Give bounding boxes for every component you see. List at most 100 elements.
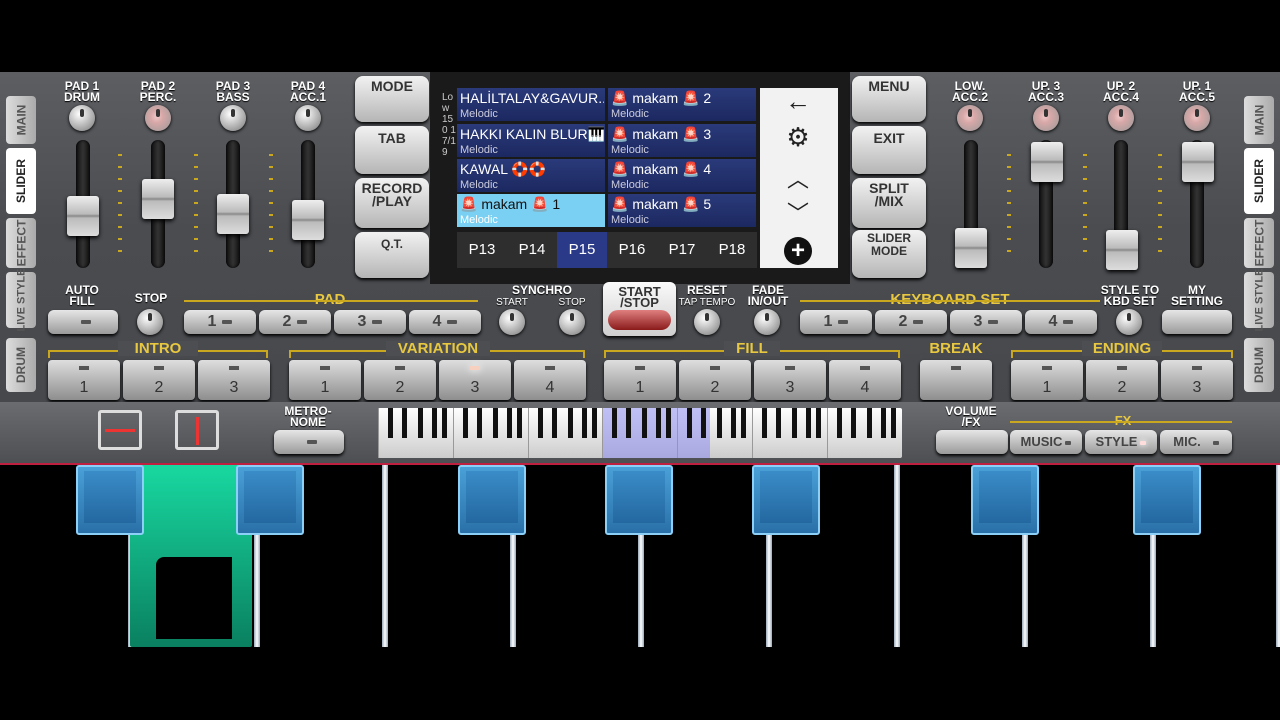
tab-drum-left[interactable]: DRUM [6, 338, 36, 392]
page-tab-p18[interactable]: P18 [707, 232, 757, 268]
black-key[interactable] [458, 465, 526, 535]
pad-button-3[interactable]: 3 [334, 310, 406, 334]
ending-button-2[interactable]: 2 [1086, 360, 1158, 400]
up2-acc4-fader[interactable] [1106, 230, 1138, 270]
style-cell-3[interactable]: HAKKI KALIN BLUR🎹.. Melodic [457, 124, 605, 157]
pad-button-4[interactable]: 4 [409, 310, 481, 334]
pad3-knob[interactable] [220, 105, 246, 131]
mode-button[interactable]: MODE [355, 76, 429, 122]
kbd-set-button-2[interactable]: 2 [875, 310, 947, 334]
menu-button[interactable]: MENU [852, 76, 926, 122]
tab-effect-left[interactable]: EFFECT [6, 218, 36, 268]
low-acc2-fader[interactable] [955, 228, 987, 268]
up2-acc4-knob[interactable] [1108, 105, 1134, 131]
black-key[interactable] [605, 465, 673, 535]
my-setting-button[interactable] [1162, 310, 1232, 334]
pad1-knob[interactable] [69, 105, 95, 131]
keyboard-height-icon[interactable] [175, 410, 219, 450]
kbd-set-button-4[interactable]: 4 [1025, 310, 1097, 334]
break-button[interactable] [920, 360, 992, 400]
style-cell-5[interactable]: KAWAL 🛟🛟 Melodic [457, 159, 605, 192]
split-mix-button[interactable]: SPLIT /MIX [852, 178, 926, 228]
tab-effect-right[interactable]: EFFECT [1244, 218, 1274, 268]
black-key[interactable] [1133, 465, 1201, 535]
pad4-knob[interactable] [295, 105, 321, 131]
variation-button-2[interactable]: 2 [364, 360, 436, 400]
kbd-set-button-3[interactable]: 3 [950, 310, 1022, 334]
page-tab-p14[interactable]: P14 [507, 232, 557, 268]
variation-button-3-active[interactable]: 3 [439, 360, 511, 400]
fx-style-button[interactable]: STYLE [1085, 430, 1157, 454]
gear-icon[interactable]: ⚙ [778, 122, 818, 153]
intro-button-1[interactable]: 1 [48, 360, 120, 400]
tab-button[interactable]: TAB [355, 126, 429, 174]
qt-button[interactable]: Q.T. [355, 232, 429, 278]
tab-slider-left[interactable]: SLIDER [6, 148, 36, 214]
volume-fx-button[interactable] [936, 430, 1008, 454]
pad4-fader[interactable] [292, 200, 324, 240]
tab-drum-right[interactable]: DRUM [1244, 338, 1274, 392]
tab-slider-right[interactable]: SLIDER [1244, 148, 1274, 214]
fill-button-1[interactable]: 1 [604, 360, 676, 400]
kbd-set-button-1[interactable]: 1 [800, 310, 872, 334]
page-tab-p15[interactable]: P15 [557, 232, 607, 268]
black-key[interactable] [76, 465, 144, 535]
record-play-button[interactable]: RECORD /PLAY [355, 178, 429, 228]
style-cell-8[interactable]: 🚨 makam 🚨 5 Melodic [608, 194, 756, 227]
page-tab-p16[interactable]: P16 [607, 232, 657, 268]
up1-acc5-fader[interactable] [1182, 142, 1214, 182]
style-cell-2[interactable]: 🚨 makam 🚨 2 Melodic [608, 88, 756, 121]
style-cell-7-selected[interactable]: 🚨 makam 🚨 1 Melodic [457, 194, 605, 227]
piano-keyboard[interactable] [0, 465, 1280, 647]
black-key[interactable] [236, 465, 304, 535]
page-tab-p17[interactable]: P17 [657, 232, 707, 268]
ending-button-3[interactable]: 3 [1161, 360, 1233, 400]
start-stop-button[interactable]: START /STOP [603, 282, 676, 336]
slider-mode-button[interactable]: SLIDER MODE [852, 230, 926, 278]
up3-acc3-fader[interactable] [1031, 142, 1063, 182]
fx-mic-button[interactable]: MIC. [1160, 430, 1232, 454]
style-to-kbd-knob[interactable] [1116, 309, 1142, 335]
chevron-down-icon[interactable]: ﹀ [778, 196, 818, 228]
fill-button-4[interactable]: 4 [829, 360, 901, 400]
pad2-knob[interactable] [145, 105, 171, 131]
variation-button-4[interactable]: 4 [514, 360, 586, 400]
intro-button-2[interactable]: 2 [123, 360, 195, 400]
intro-button-3[interactable]: 3 [198, 360, 270, 400]
chevron-up-icon[interactable]: ︿ [778, 162, 818, 194]
exit-button[interactable]: EXIT [852, 126, 926, 174]
style-cell-4[interactable]: 🚨 makam 🚨 3 Melodic [608, 124, 756, 157]
auto-fill-button[interactable] [48, 310, 118, 334]
fade-knob[interactable] [754, 309, 780, 335]
fx-music-button[interactable]: MUSIC [1010, 430, 1082, 454]
reset-tap-tempo-knob[interactable] [694, 309, 720, 335]
low-acc2-knob[interactable] [957, 105, 983, 131]
tab-live-style-left[interactable]: LIVE STYLE [6, 269, 36, 331]
tab-live-style-right[interactable]: LIVE STYLE [1244, 269, 1274, 331]
metronome-button[interactable] [274, 430, 344, 454]
add-icon[interactable]: + [784, 237, 812, 265]
mini-keyboard[interactable] [378, 408, 902, 458]
black-key[interactable] [752, 465, 820, 535]
style-cell-1[interactable]: HALİLTALAY&GAVUR.. Melodic [457, 88, 605, 121]
keyboard-width-icon[interactable] [98, 410, 142, 450]
up3-acc3-knob[interactable] [1033, 105, 1059, 131]
tab-main-right[interactable]: MAIN [1244, 96, 1274, 144]
page-tab-p13[interactable]: P13 [457, 232, 507, 268]
pressed-white-key[interactable] [130, 465, 252, 647]
pad-button-1[interactable]: 1 [184, 310, 256, 334]
pad3-fader[interactable] [217, 194, 249, 234]
synchro-stop-knob[interactable] [559, 309, 585, 335]
variation-button-1[interactable]: 1 [289, 360, 361, 400]
pad2-fader[interactable] [142, 179, 174, 219]
tab-main-left[interactable]: MAIN [6, 96, 36, 144]
synchro-start-knob[interactable] [499, 309, 525, 335]
style-cell-6[interactable]: 🚨 makam 🚨 4 Melodic [608, 159, 756, 192]
back-arrow-icon[interactable]: ← [778, 86, 818, 117]
fill-button-3[interactable]: 3 [754, 360, 826, 400]
stop-knob[interactable] [137, 309, 163, 335]
up1-acc5-knob[interactable] [1184, 105, 1210, 131]
pad-button-2[interactable]: 2 [259, 310, 331, 334]
fill-button-2[interactable]: 2 [679, 360, 751, 400]
pad1-fader[interactable] [67, 196, 99, 236]
